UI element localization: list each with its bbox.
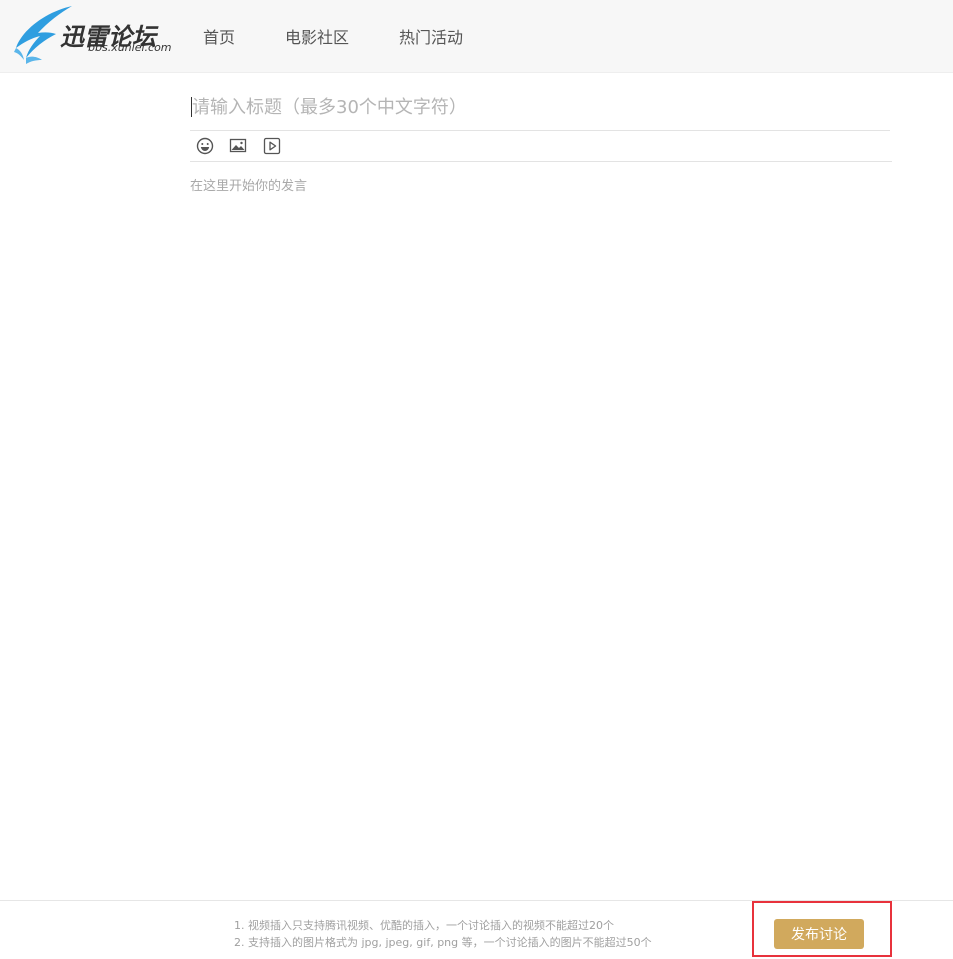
tip-video: 1. 视频插入只支持腾讯视频、优酷的插入，一个讨论插入的视频不能超过20个 (234, 919, 614, 932)
footer-bar: 1. 视频插入只支持腾讯视频、优酷的插入，一个讨论插入的视频不能超过20个 2.… (0, 900, 953, 959)
content-textarea[interactable] (190, 172, 892, 872)
top-header: 迅雷论坛 bbs.xunlei.com 首页 电影社区 热门活动 (0, 0, 953, 73)
text-caret (191, 97, 192, 117)
video-icon (263, 137, 281, 155)
upload-tips: 1. 视频插入只支持腾讯视频、优酷的插入，一个讨论插入的视频不能超过20个 2.… (234, 917, 652, 951)
insert-video-button[interactable] (262, 136, 282, 156)
emoji-icon (196, 137, 214, 155)
insert-image-button[interactable] (228, 136, 248, 156)
title-row (190, 85, 890, 131)
logo-subtitle: bbs.xunlei.com (88, 41, 172, 54)
site-logo[interactable]: 迅雷论坛 bbs.xunlei.com (14, 4, 174, 66)
title-input[interactable] (190, 85, 890, 129)
nav-movie-community[interactable]: 电影社区 (285, 24, 349, 48)
page: 迅雷论坛 bbs.xunlei.com 首页 电影社区 热门活动 请输入标题（最… (0, 0, 953, 959)
image-icon (229, 138, 247, 153)
nav-hot-events[interactable]: 热门活动 (399, 24, 463, 48)
editor-toolbar (190, 131, 892, 162)
nav-home[interactable]: 首页 (203, 24, 235, 48)
tip-image: 2. 支持插入的图片格式为 jpg, jpeg, gif, png 等，一个讨论… (234, 936, 652, 949)
publish-button[interactable]: 发布讨论 (774, 919, 864, 949)
emoji-button[interactable] (195, 136, 215, 156)
